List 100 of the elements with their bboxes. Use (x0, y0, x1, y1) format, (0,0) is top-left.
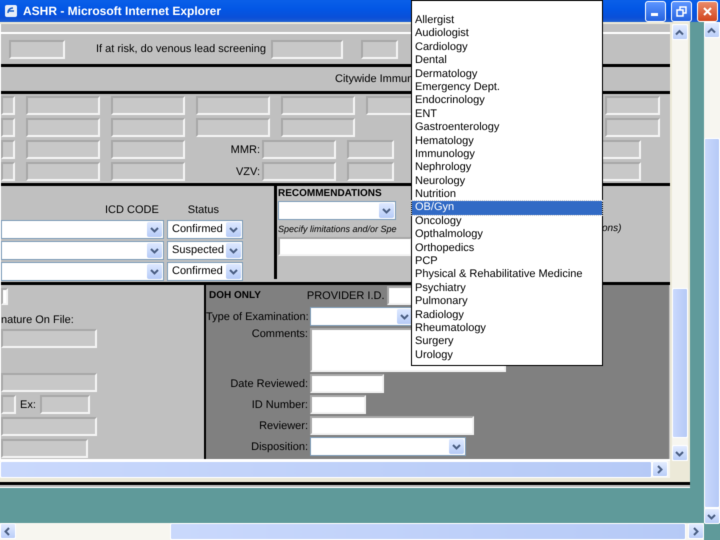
input-field[interactable] (281, 96, 355, 115)
dropdown-option[interactable]: Radiology (412, 308, 602, 322)
input-field[interactable] (1, 329, 97, 348)
dropdown-option[interactable]: Neurology (412, 174, 602, 188)
dropdown-option[interactable]: Dermatology (412, 68, 602, 81)
close-button[interactable] (697, 0, 718, 22)
dropdown-option[interactable]: PCP (412, 255, 602, 268)
horizontal-scrollbar[interactable] (0, 523, 704, 540)
input-field[interactable] (262, 162, 336, 182)
status-select[interactable]: Confirmed (167, 262, 243, 280)
scroll-right-button[interactable] (688, 523, 704, 539)
input-field[interactable] (40, 395, 90, 414)
input-field[interactable] (310, 374, 384, 393)
dropdown-option[interactable]: Nephrology (412, 161, 602, 175)
dropdown-option[interactable]: Surgery (412, 335, 602, 349)
chevron-icon (379, 203, 394, 218)
dropdown-option[interactable]: ENT (412, 108, 602, 122)
input-field[interactable] (111, 118, 185, 137)
input-field[interactable] (26, 118, 100, 137)
status-select[interactable]: Confirmed (167, 220, 243, 238)
input-field[interactable] (347, 162, 394, 182)
input-field[interactable] (26, 96, 100, 115)
scroll-right-button[interactable] (652, 461, 668, 477)
scroll-left-button[interactable] (0, 523, 16, 539)
dropdown-option[interactable]: Opthalmology (412, 228, 602, 242)
input-field[interactable] (26, 140, 100, 160)
scroll-thumb[interactable] (672, 288, 688, 438)
restore-icon (676, 6, 687, 16)
input-field[interactable] (1, 96, 15, 115)
instruction-text: Specify limitations and/or Spe (278, 224, 398, 234)
input-field[interactable] (360, 40, 398, 58)
close-icon (702, 6, 713, 16)
dropdown-option[interactable]: OB/Gyn (412, 201, 602, 215)
input-field[interactable] (9, 40, 65, 58)
scroll-down-button[interactable] (672, 445, 688, 461)
scroll-down-button[interactable] (704, 508, 720, 524)
dropdown-option[interactable]: Nutrition (412, 188, 602, 202)
dropdown-option[interactable]: Rheumatology (412, 322, 602, 336)
dropdown-option[interactable]: Gastroenterology (412, 121, 602, 135)
input-field[interactable] (262, 140, 336, 160)
input-field[interactable] (605, 118, 660, 137)
input-field[interactable] (1, 439, 88, 458)
input-field[interactable] (1, 417, 97, 436)
input-field[interactable] (1, 140, 15, 160)
dropdown-option[interactable]: Psychiatry (412, 282, 602, 296)
input-field[interactable] (1, 288, 8, 305)
vertical-scrollbar[interactable] (672, 24, 688, 461)
dropdown-option[interactable]: Allergist (412, 14, 602, 28)
dropdown-option[interactable]: Audiologist (412, 27, 602, 41)
input-field[interactable] (270, 40, 343, 58)
dropdown-option[interactable]: Orthopedics (412, 242, 602, 256)
chevron-icon (397, 309, 412, 324)
input-field[interactable] (366, 96, 413, 115)
scroll-thumb[interactable] (170, 523, 686, 540)
dropdown-option[interactable]: Immunology (412, 148, 602, 162)
field-label: MMR: (230, 144, 260, 156)
select-field[interactable] (310, 307, 414, 326)
vertical-scrollbar[interactable] (704, 22, 720, 523)
field-label: Comments: (250, 328, 308, 340)
dropdown-option[interactable]: Emergency Dept. (412, 80, 602, 94)
input-field[interactable] (281, 118, 355, 137)
scroll-up-button[interactable] (704, 22, 720, 38)
field-label: ID Number: (250, 398, 308, 410)
dropdown-option[interactable]: Dental (412, 54, 602, 68)
dropdown-option[interactable]: Oncology (412, 214, 602, 228)
dropdown-option[interactable]: Endocrinology (412, 94, 602, 108)
field-label: Ex: (20, 398, 36, 410)
status-select[interactable]: Suspected (167, 240, 243, 260)
input-field[interactable] (1, 373, 97, 392)
dropdown-option[interactable]: Cardiology (412, 40, 602, 54)
input-field[interactable] (196, 118, 270, 137)
input-field[interactable] (111, 162, 185, 182)
field-label: nature On File: (1, 314, 75, 326)
input-field[interactable] (1, 118, 15, 137)
input-field[interactable] (196, 96, 270, 115)
input-field[interactable] (26, 162, 100, 182)
scroll-up-button[interactable] (672, 24, 688, 40)
restore-button[interactable] (671, 0, 692, 22)
code-select[interactable] (1, 240, 164, 260)
input-field[interactable] (347, 140, 394, 160)
code-select[interactable] (1, 262, 164, 280)
recommendation-select[interactable] (278, 201, 396, 220)
input-field[interactable] (605, 96, 660, 115)
input-field[interactable] (111, 140, 185, 160)
dropdown-option[interactable]: Physical & Rehabilitative Medicine (412, 268, 602, 282)
chevron-icon (226, 242, 241, 258)
scroll-thumb[interactable] (704, 138, 720, 508)
input-field[interactable] (310, 416, 474, 435)
select-field[interactable] (310, 437, 466, 456)
input-field[interactable] (1, 395, 16, 414)
input-field[interactable] (1, 162, 15, 182)
dropdown-option[interactable]: Urology (412, 348, 602, 362)
input-field[interactable] (278, 237, 412, 256)
screening-label: If at risk, do venous lead screening (96, 43, 266, 55)
dropdown-option[interactable]: Hematology (412, 134, 602, 148)
input-field[interactable] (310, 395, 366, 414)
dropdown-option[interactable]: Pulmonary (412, 295, 602, 309)
input-field[interactable] (111, 96, 185, 115)
minimize-button[interactable] (645, 0, 666, 22)
code-select[interactable] (1, 220, 164, 238)
